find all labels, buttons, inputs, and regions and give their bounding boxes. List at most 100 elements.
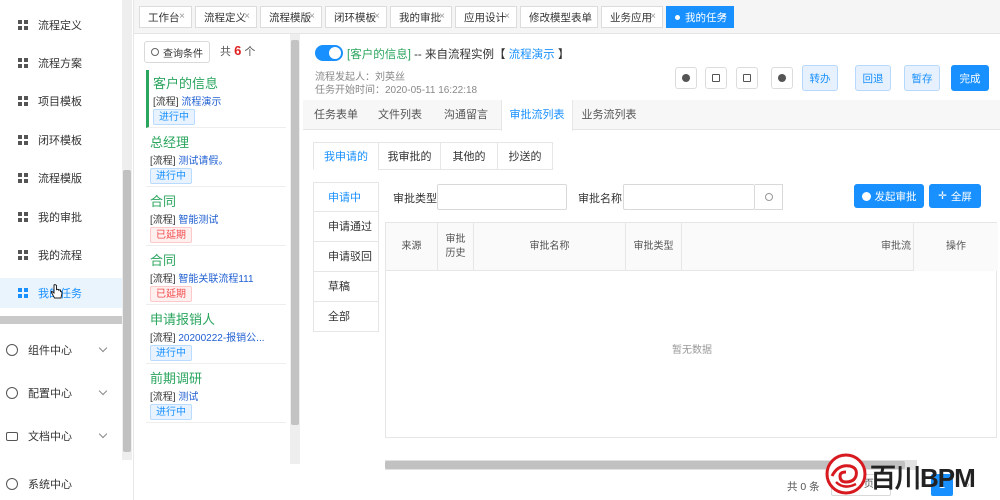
sidebar-item-my-flow[interactable]: 我的流程 [0, 240, 122, 270]
task-list-scroll-thumb[interactable] [291, 40, 299, 425]
task-item[interactable]: 合同 [流程] 智能关联流程111 已延期 [146, 247, 286, 305]
subtab-task-form[interactable]: 任务表单 [303, 100, 369, 130]
column-actions: 操作 [914, 223, 998, 271]
top-tab-bar: 工作台 × 流程定义 × 流程模版 × 闭环模板 × 我的审批 × 应用设计 × 修改模型表… [134, 0, 1000, 34]
sidebar-item-my-approval[interactable]: 我的审批 [0, 202, 122, 232]
close-icon[interactable]: × [504, 11, 510, 22]
sidebar-item-loop-template[interactable]: 闭环模板 [0, 125, 122, 155]
query-conditions-button[interactable]: 查询条件 [144, 41, 210, 63]
subtab-approval-flows[interactable]: 审批流列表 [501, 100, 573, 131]
sidebar-item-flow-plan[interactable]: 流程方案 [0, 48, 122, 78]
tab-business-app[interactable]: 业务应用 × [601, 6, 663, 28]
detail-toggle-switch[interactable] [315, 45, 343, 61]
task-item[interactable]: 申请报销人 [流程] 20200222-报销公... 进行中 [146, 306, 286, 364]
vtab-all[interactable]: 全部 [313, 302, 379, 332]
close-icon[interactable]: × [244, 11, 250, 22]
close-icon[interactable]: × [179, 11, 185, 22]
complete-button[interactable]: 完成 [951, 65, 989, 91]
sidebar-scroll-thumb[interactable] [123, 170, 131, 452]
approval-type-label: 审批类型 [393, 193, 437, 205]
vtab-applying[interactable]: 申请中 [313, 182, 379, 212]
vtab-rejected[interactable]: 申请驳回 [313, 242, 379, 272]
lock-button[interactable] [705, 67, 727, 89]
save-draft-button[interactable]: 暂存 [904, 65, 940, 91]
subtab-business-flows[interactable]: 业务流列表 [573, 100, 645, 130]
close-icon[interactable]: × [650, 11, 656, 22]
tab-flow-template[interactable]: 流程模版 × [260, 6, 322, 28]
sidebar-group-component[interactable]: 组件中心 [0, 332, 122, 368]
fullscreen-label: 全屏 [950, 190, 972, 203]
task-flow-link[interactable]: 20200222-报销公... [178, 333, 264, 344]
task-flow-link[interactable]: 测试请假。 [178, 156, 228, 167]
tab-others[interactable]: 其他的 [440, 142, 498, 170]
tab-my-applications[interactable]: 我申请的 [313, 142, 379, 170]
tab-label: 工作台 [148, 11, 180, 24]
sidebar-item-flow-template[interactable]: 流程模版 [0, 163, 122, 193]
task-process: [流程] 智能关联流程111 [150, 270, 254, 285]
sidebar-group-docs[interactable]: 文档中心 [0, 418, 122, 454]
expand-icon: ✛ [938, 190, 947, 202]
app-root: 流程定义 流程方案 项目模板 闭环模板 流程模版 我的审批 我的流程 组件中心 … [0, 0, 1000, 500]
task-item[interactable]: 客户的信息 [流程] 流程演示 进行中 [146, 70, 286, 128]
task-title: 合同 [150, 253, 177, 268]
task-item[interactable]: 合同 [流程] 智能测试 已延期 [146, 188, 286, 246]
image-button[interactable] [736, 67, 758, 89]
start-approval-label: 发起审批 [874, 190, 917, 203]
sidebar-horizontal-scrollbar[interactable] [0, 316, 122, 324]
task-item[interactable]: 总经理 [流程] 测试请假。 进行中 [146, 129, 286, 187]
back-button[interactable]: 回退 [855, 65, 891, 91]
task-flow-link[interactable]: 智能测试 [178, 215, 218, 226]
fullscreen-button[interactable]: ✛ 全屏 [929, 184, 981, 208]
tab-loop-template[interactable]: 闭环模板 × [325, 6, 387, 28]
tab-label: 流程模版 [269, 11, 311, 24]
grid-icon [18, 173, 28, 183]
start-approval-button[interactable]: 发起审批 [854, 184, 924, 208]
tab-workbench[interactable]: 工作台 × [139, 6, 192, 28]
task-flow-link[interactable]: 流程演示 [181, 97, 221, 108]
tab-my-approval[interactable]: 我的审批 × [390, 6, 452, 28]
sidebar-item-label: 项目模板 [38, 96, 82, 108]
detail-title-from: -- 来自流程实例【 [410, 49, 509, 61]
task-item[interactable]: 前期调研 [流程] 测试 进行中 [146, 365, 286, 423]
sidebar-item-project-template[interactable]: 项目模板 [0, 86, 122, 116]
approval-type-input[interactable] [437, 184, 567, 210]
close-icon[interactable]: × [374, 11, 380, 22]
close-icon[interactable]: × [309, 11, 315, 22]
tab-my-task[interactable]: 我的任务 × [666, 6, 734, 28]
approval-search-button[interactable] [755, 184, 783, 210]
vtab-approved[interactable]: 申请通过 [313, 212, 379, 242]
task-title: 前期调研 [150, 371, 203, 386]
status-badge: 进行中 [150, 168, 192, 184]
vtab-draft[interactable]: 草稿 [313, 272, 379, 302]
column-approval-flow: 审批流 [682, 223, 914, 271]
task-process-prefix: [流程] [153, 97, 179, 108]
detail-title-flow-link[interactable]: 流程演示 [509, 49, 555, 61]
task-flow-link[interactable]: 智能关联流程111 [178, 274, 253, 285]
task-title: 申请报销人 [150, 312, 216, 327]
tab-my-approvals[interactable]: 我审批的 [378, 142, 441, 170]
column-history: 审批 历史 [438, 223, 474, 271]
sidebar-item-my-task[interactable]: 我的任务 [0, 278, 122, 308]
sidebar-group-config[interactable]: 配置中心 [0, 375, 122, 411]
chevron-down-icon [98, 386, 108, 396]
subtab-messages[interactable]: 沟通留言 [431, 100, 501, 130]
print-button[interactable] [771, 67, 793, 89]
sidebar-group-system[interactable]: 系统中心 [0, 466, 122, 500]
close-icon[interactable]: × [585, 11, 591, 22]
start-time-text: 任务开始时间：2020-05-11 16:22:18 [315, 85, 478, 96]
tab-flow-define[interactable]: 流程定义 × [195, 6, 257, 28]
sidebar-item-flow-define[interactable]: 流程定义 [0, 10, 122, 40]
close-icon[interactable]: × [721, 11, 727, 22]
sidebar-group-label: 配置中心 [28, 388, 72, 400]
hand-cursor-icon [50, 284, 63, 299]
tab-cc[interactable]: 抄送的 [497, 142, 553, 170]
close-icon[interactable]: × [439, 11, 445, 22]
info-button[interactable] [675, 67, 697, 89]
tab-app-design[interactable]: 应用设计 × [455, 6, 517, 28]
subtab-file-list[interactable]: 文件列表 [369, 100, 431, 130]
column-approval-name: 审批名称 [474, 223, 626, 271]
approval-name-input[interactable] [623, 184, 755, 210]
tab-edit-model-form[interactable]: 修改模型表单 × [520, 6, 598, 28]
task-flow-link[interactable]: 测试 [178, 392, 198, 403]
transfer-button[interactable]: 转办 [802, 65, 838, 91]
